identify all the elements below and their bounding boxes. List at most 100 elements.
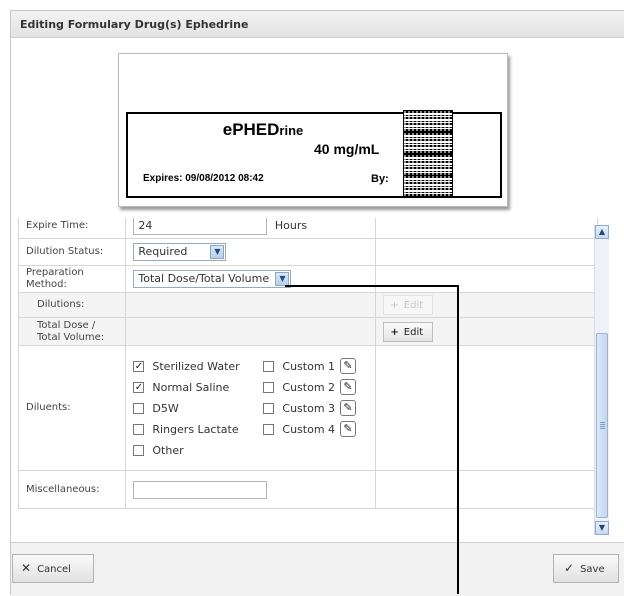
diluent-option[interactable]: Custom 4 ✎: [263, 419, 357, 440]
diluent-label: Custom 4: [282, 422, 336, 436]
diluents-right-column: Custom 1 ✎ Custom 2 ✎ Custom 3 ✎ Custom 4 ✎: [263, 356, 357, 461]
diluent-label: Other: [152, 443, 184, 457]
dilutions-row: Dilutions: + Edit: [17, 292, 598, 318]
expire-time-right-cell: [375, 218, 598, 239]
scrollbar-grip-icon: [600, 422, 605, 429]
form-scrollbar[interactable]: ▲ ▼: [594, 225, 609, 535]
dilutions-field-cell: [125, 292, 377, 318]
total-dose-volume-row: Total Dose / Total Volume: + Edit: [17, 317, 598, 346]
barcode-1: [403, 110, 453, 132]
close-icon: ✕: [21, 561, 32, 575]
preparation-method-row: Preparation Method: Total Dose/Total Vol…: [17, 265, 598, 293]
diluents-options: ✓ Sterilized Water ✓ Normal Saline D5W Ringer…: [133, 356, 375, 461]
diluents-right-cell: [375, 345, 598, 471]
barcode-4: [403, 175, 453, 197]
barcode-3: [403, 154, 453, 176]
diluent-checkbox[interactable]: [263, 360, 275, 372]
dilution-status-label: Dilution Status:: [17, 238, 127, 266]
drug-concentration: 40 mg/mL: [314, 141, 380, 157]
diluent-label: Custom 1: [282, 359, 336, 373]
miscellaneous-field-cell: [125, 470, 377, 509]
expires-text: Expires: 09/08/2012 08:42: [143, 173, 264, 184]
diluent-checkbox[interactable]: ✓: [133, 381, 145, 393]
dialog-title: Editing Formulary Drug(s) Ephedrine: [20, 18, 249, 31]
diluent-label: Custom 3: [282, 401, 336, 415]
diluent-option[interactable]: ✓ Sterilized Water: [133, 356, 263, 377]
diluents-row: Diluents: ✓ Sterilized Water ✓ Normal Salin…: [17, 345, 598, 471]
drug-label-preview-area: ePHEDrine 40 mg/mL Expires: 09/08/2012 0…: [11, 38, 624, 218]
total-dose-volume-label: Total Dose / Total Volume:: [17, 317, 127, 346]
scroll-down-button[interactable]: ▼: [595, 521, 609, 535]
diluent-label: Normal Saline: [152, 380, 230, 394]
cancel-button[interactable]: ✕ Cancel: [12, 554, 94, 583]
save-label: Save: [580, 564, 605, 575]
callout-line-vertical: [457, 285, 459, 594]
pencil-icon[interactable]: ✎: [340, 400, 357, 416]
cancel-label: Cancel: [37, 564, 71, 575]
drug-name-rest: rine: [279, 123, 304, 138]
diluent-checkbox[interactable]: [133, 423, 145, 435]
expire-time-field-cell: 24 Hours: [125, 218, 377, 239]
scroll-up-button[interactable]: ▲: [595, 225, 609, 239]
dilutions-label: Dilutions:: [17, 292, 127, 318]
diluent-option[interactable]: Other: [133, 440, 263, 461]
scrollbar-thumb[interactable]: [596, 333, 608, 518]
preparation-method-select[interactable]: Total Dose/Total Volume ▼: [133, 270, 292, 288]
plus-icon: +: [390, 300, 399, 311]
chevron-down-icon: ▼: [275, 272, 290, 286]
expire-time-input[interactable]: 24: [133, 218, 268, 235]
diluents-label: Diluents:: [17, 345, 127, 471]
preparation-method-label: Preparation Method:: [17, 265, 127, 293]
total-dose-volume-edit-button[interactable]: + Edit: [383, 321, 434, 342]
diluent-option[interactable]: Custom 2 ✎: [263, 377, 357, 398]
diluent-option[interactable]: ✓ Normal Saline: [133, 377, 263, 398]
drug-name: ePHEDrine: [128, 120, 398, 140]
chevron-down-icon: ▼: [210, 245, 225, 259]
diluent-checkbox[interactable]: ✓: [133, 360, 145, 372]
callout-line-horizontal: [285, 285, 459, 287]
miscellaneous-label: Miscellaneous:: [17, 470, 127, 509]
drug-label-preview: ePHEDrine 40 mg/mL Expires: 09/08/2012 0…: [118, 53, 508, 207]
expire-time-unit: Hours: [274, 218, 308, 232]
diluent-option[interactable]: Custom 1 ✎: [263, 356, 357, 377]
diluent-label: Ringers Lactate: [152, 422, 239, 436]
expire-time-row: Expire Time: 24 Hours: [17, 218, 598, 239]
total-dose-volume-action-cell: + Edit: [375, 317, 598, 346]
form-scroll-area[interactable]: Expire Time: 24 Hours Dilution Status: R…: [11, 218, 607, 531]
pencil-icon[interactable]: ✎: [340, 421, 357, 437]
preparation-method-right-cell: [375, 265, 598, 293]
pencil-icon[interactable]: ✎: [340, 379, 357, 395]
miscellaneous-row: Miscellaneous:: [17, 470, 598, 509]
diluent-option[interactable]: D5W: [133, 398, 263, 419]
preparation-method-value: Total Dose/Total Volume: [138, 272, 270, 285]
diluent-label: D5W: [152, 401, 179, 415]
total-dose-label-line1: Total Dose /: [37, 319, 96, 331]
diluent-label: Sterilized Water: [152, 359, 240, 373]
diluent-checkbox[interactable]: [263, 381, 275, 393]
plus-icon: +: [390, 326, 399, 338]
diluent-checkbox[interactable]: [263, 402, 275, 414]
diluent-checkbox[interactable]: [263, 423, 275, 435]
diluent-option[interactable]: Custom 3 ✎: [263, 398, 357, 419]
drug-settings-form: Expire Time: 24 Hours Dilution Status: R…: [17, 218, 598, 509]
drug-name-tallman: ePHED: [222, 120, 280, 139]
pencil-icon[interactable]: ✎: [340, 358, 357, 374]
edit-drug-dialog: Editing Formulary Drug(s) Ephedrine ePHE…: [10, 10, 624, 596]
save-button[interactable]: ✓ Save: [553, 554, 619, 583]
dilutions-action-cell: + Edit: [375, 292, 598, 318]
diluent-option[interactable]: Ringers Lactate: [133, 419, 263, 440]
dilution-status-field-cell: Required ▼: [125, 238, 377, 266]
diluent-label: Custom 2: [282, 380, 336, 394]
dialog-footer: ✕ Cancel ✓ Save: [11, 542, 624, 596]
expire-time-label: Expire Time:: [17, 218, 127, 239]
miscellaneous-input[interactable]: [133, 480, 268, 499]
miscellaneous-right-cell: [375, 470, 598, 509]
diluents-field-cell: ✓ Sterilized Water ✓ Normal Saline D5W Ringer…: [125, 345, 377, 471]
diluent-checkbox[interactable]: [133, 444, 145, 456]
diluent-checkbox[interactable]: [133, 402, 145, 414]
by-text: By:: [371, 173, 389, 185]
total-dose-volume-field-cell: [125, 317, 377, 346]
dilutions-edit-button: + Edit: [383, 295, 434, 315]
dilution-status-select[interactable]: Required ▼: [133, 243, 227, 261]
dilution-status-right-cell: [375, 238, 598, 266]
